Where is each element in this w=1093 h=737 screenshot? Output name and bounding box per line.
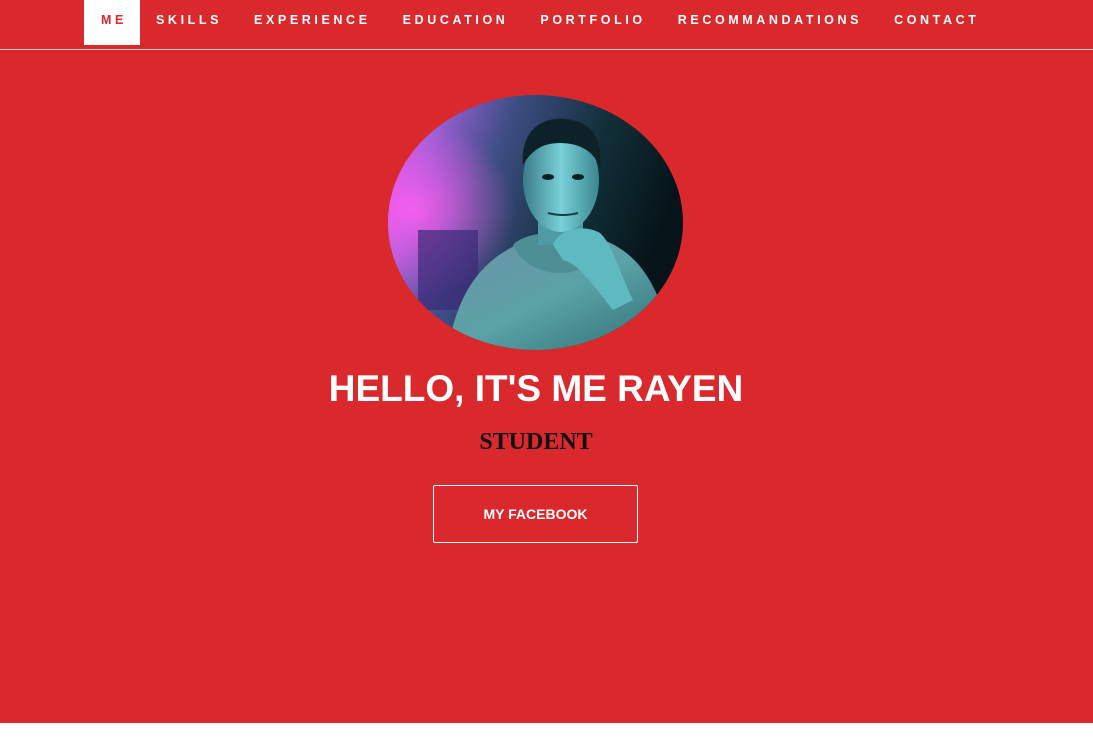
nav-list: ME SKILLS EXPERIENCE EDUCATION PORTFOLIO… (84, 0, 995, 45)
hero-section: ME SKILLS EXPERIENCE EDUCATION PORTFOLIO… (0, 0, 1093, 723)
nav-item-recommandations[interactable]: RECOMMANDATIONS (662, 0, 878, 45)
nav-item-me[interactable]: ME (84, 0, 140, 45)
hero-title: HELLO, IT'S ME RAYEN (328, 368, 744, 409)
page: ME SKILLS EXPERIENCE EDUCATION PORTFOLIO… (0, 0, 1093, 737)
top-navbar: ME SKILLS EXPERIENCE EDUCATION PORTFOLIO… (0, 0, 1093, 50)
nav-item-contact[interactable]: CONTACT (878, 0, 995, 45)
avatar (388, 95, 683, 350)
avatar-image (388, 95, 683, 350)
nav-item-experience[interactable]: EXPERIENCE (238, 0, 387, 45)
hero-subtitle: STUDENT (479, 429, 593, 455)
facebook-button[interactable]: MY FACEBOOK (433, 485, 638, 543)
nav-item-portfolio[interactable]: PORTFOLIO (524, 0, 661, 45)
nav-item-education[interactable]: EDUCATION (387, 0, 525, 45)
nav-item-skills[interactable]: SKILLS (140, 0, 238, 45)
